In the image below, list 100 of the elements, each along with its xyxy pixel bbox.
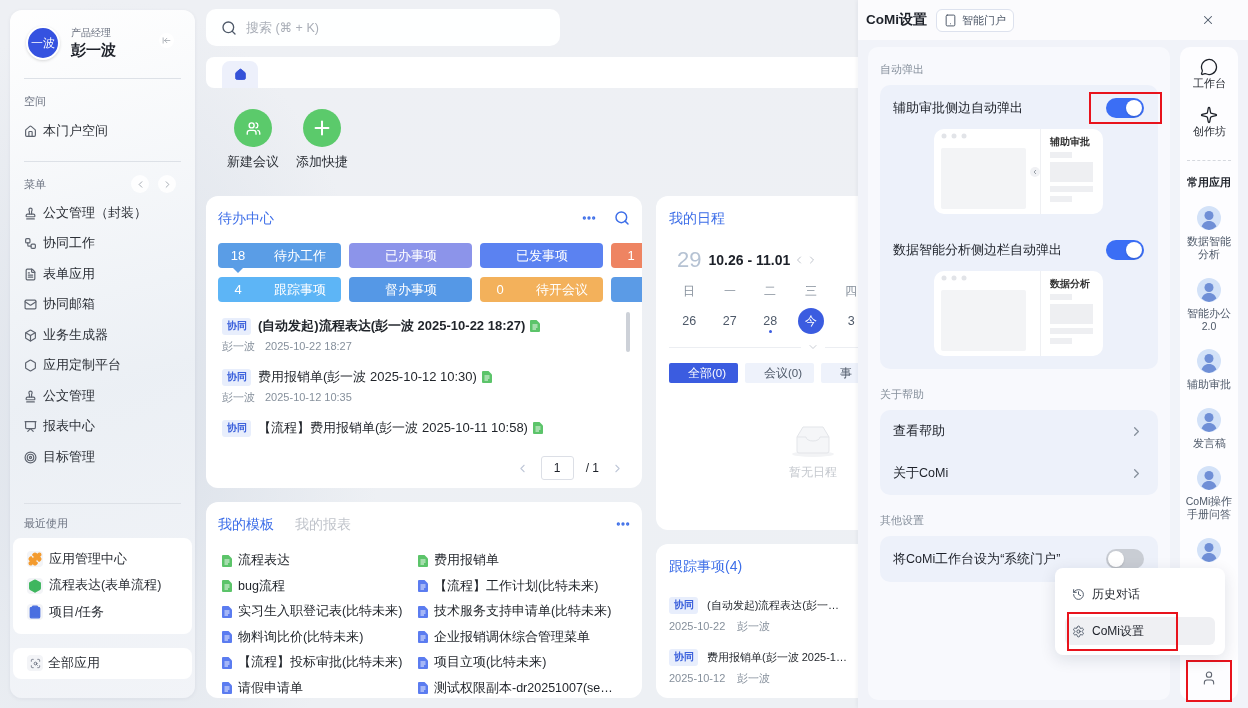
portal-chip[interactable]: 智能门户 xyxy=(936,8,1014,32)
stamp-icon xyxy=(24,389,37,403)
collapse-icon xyxy=(162,36,171,45)
user-name: 彭一波 xyxy=(71,40,116,60)
card-tab[interactable]: 我的模板 xyxy=(218,516,274,532)
settings-link[interactable]: 查看帮助 xyxy=(893,410,1144,453)
template-link[interactable]: 企业报销调休综合管理菜单 xyxy=(434,628,590,646)
todo-link[interactable]: (自动发起)流程表达(彭一波 2025-10-22 18:27) xyxy=(258,317,526,335)
nav-item[interactable]: 业务生成器 xyxy=(24,320,181,351)
app-shortcut[interactable] xyxy=(1197,537,1221,562)
section-heading: 关于帮助 xyxy=(880,387,925,402)
avatar-icon xyxy=(1197,277,1221,302)
template-link[interactable]: 项目立项(比特未来) xyxy=(434,654,547,672)
close-icon[interactable] xyxy=(1201,13,1215,27)
template-link[interactable]: 【流程】工作计划(比特未来) xyxy=(434,577,599,595)
stamp-icon xyxy=(24,206,37,220)
category-tag: 协同 xyxy=(222,368,251,386)
scan-search-icon xyxy=(27,655,43,671)
inbox-icon xyxy=(790,425,835,457)
section-heading: 最近使用 xyxy=(24,516,69,531)
app-shortcut[interactable]: 数据智能分析 xyxy=(1185,206,1233,261)
calendar-day[interactable]: 26 xyxy=(682,308,697,334)
recent-app[interactable]: 应用管理中心 xyxy=(27,546,178,573)
setting-label: 辅助审批侧边自动弹出 xyxy=(893,99,1023,117)
avatar-icon xyxy=(1197,206,1221,230)
next-button[interactable] xyxy=(158,175,176,193)
all-apps-button[interactable]: 全部应用 xyxy=(13,647,192,679)
menu-item[interactable]: CoMi设置 xyxy=(1065,617,1215,645)
todo-link[interactable]: 费用报销单(彭一波 2025-10-12 10:30) xyxy=(258,368,477,386)
search-icon[interactable] xyxy=(614,210,630,226)
nav-item[interactable]: 公文管理 xyxy=(24,381,181,412)
nav-item[interactable]: 公文管理（封装） xyxy=(24,198,181,229)
sender-name: 彭一波 xyxy=(737,618,771,634)
collapse-button[interactable] xyxy=(159,33,174,48)
chat-bubble-icon xyxy=(1200,58,1218,76)
rail-tool[interactable]: 工作台 xyxy=(1192,58,1226,90)
app-shortcut[interactable]: 发言稿 xyxy=(1185,407,1233,450)
avatar-icon xyxy=(1197,537,1221,562)
filter-tab[interactable]: 会议(0) xyxy=(745,363,814,383)
page-input[interactable]: 1 xyxy=(540,456,574,480)
target-icon xyxy=(24,450,37,464)
date-range: 10.26 - 11.01 xyxy=(708,252,791,268)
tracking-link[interactable]: 费用报销单(彭一波 2025-1… xyxy=(707,649,847,665)
settings-link[interactable]: 关于CoMi xyxy=(893,452,1144,495)
scrollbar-thumb[interactable] xyxy=(626,312,630,352)
nav-item[interactable]: 报表中心 xyxy=(24,411,181,442)
drawer-title: CoMi设置 xyxy=(866,11,927,29)
template-link[interactable]: 技术服务支持申请单(比特未来) xyxy=(434,603,612,621)
category-tab[interactable]: 已发事项 xyxy=(480,243,603,268)
template-link[interactable]: 【流程】投标审批(比特未来) xyxy=(238,654,403,672)
template-link[interactable]: 实习生入职登记表(比特未来) xyxy=(238,603,403,621)
template-link[interactable]: 请假申请单 xyxy=(238,679,303,697)
recent-app[interactable]: 项目/任务 xyxy=(27,599,178,626)
setting-label: 将CoMi工作台设为“系统门户” xyxy=(893,550,1061,568)
section-heading: 其他设置 xyxy=(880,513,925,528)
calendar-day[interactable]: 3 xyxy=(847,308,855,334)
toggle-switch[interactable] xyxy=(1106,240,1144,260)
avatar-icon xyxy=(1197,349,1221,373)
tablet-icon xyxy=(944,13,957,27)
template-link[interactable]: bug流程 xyxy=(238,577,285,595)
search-field[interactable]: 搜索 (⌘ + K) xyxy=(206,9,560,46)
document-icon xyxy=(481,371,492,383)
weekday-label: 二 xyxy=(764,282,777,300)
category-tag: 协同 xyxy=(222,419,251,437)
template-link[interactable]: 物料询比价(比特未来) xyxy=(238,628,364,646)
avatar-icon xyxy=(1197,407,1221,432)
app-shortcut[interactable]: CoMi操作手册问答 xyxy=(1185,466,1233,521)
nav-item[interactable]: 应用定制平台 xyxy=(24,350,181,381)
nav-item[interactable]: 协同工作 xyxy=(24,228,181,259)
toggle-switch[interactable] xyxy=(1106,549,1144,569)
template-link[interactable]: 费用报销单 xyxy=(434,552,499,570)
user-avatar: 一波 xyxy=(26,26,60,60)
calendar-day[interactable]: 今 xyxy=(797,308,824,334)
app-shortcut[interactable]: 智能办公2.0 xyxy=(1185,277,1233,333)
workflow-icon xyxy=(24,237,37,251)
home-tab[interactable] xyxy=(222,61,258,88)
recent-app[interactable]: 流程表达(表单流程) xyxy=(27,572,178,599)
quick-action[interactable]: 新建会议 xyxy=(222,109,284,170)
nav-item[interactable]: 表单应用 xyxy=(24,259,181,290)
filter-tab[interactable]: 全部(0) xyxy=(669,363,738,383)
quick-action[interactable]: 添加快捷 xyxy=(291,109,353,170)
todo-link[interactable]: 【流程】费用报销单(彭一波 2025-10-11 10:58) xyxy=(258,419,528,437)
card-title: 待办中心 xyxy=(218,210,274,226)
previous-button[interactable] xyxy=(131,175,149,193)
tracking-link[interactable]: (自动发起)流程表达(彭一… xyxy=(707,597,839,613)
nav-item[interactable]: 协同邮箱 xyxy=(24,289,181,320)
calendar-day[interactable]: 28 xyxy=(763,308,778,334)
template-link[interactable]: 流程表达 xyxy=(238,552,290,570)
toggle-switch[interactable] xyxy=(1106,98,1144,118)
app-shortcut[interactable]: 辅助审批 xyxy=(1185,349,1233,391)
sender-name: 彭一波 xyxy=(222,338,255,354)
template-link[interactable]: 测试权限副本-dr20251007(se… xyxy=(434,679,613,697)
history-icon xyxy=(1072,587,1085,601)
nav-item[interactable]: 本门户空间 xyxy=(24,116,181,146)
section-heading: 自动弹出 xyxy=(880,62,925,77)
calendar-day[interactable]: 27 xyxy=(722,308,737,334)
menu-item[interactable]: 历史对话 xyxy=(1065,580,1215,608)
document-icon xyxy=(24,267,37,281)
rail-tool[interactable]: 创作坊 xyxy=(1192,106,1226,138)
nav-item[interactable]: 目标管理 xyxy=(24,442,181,473)
